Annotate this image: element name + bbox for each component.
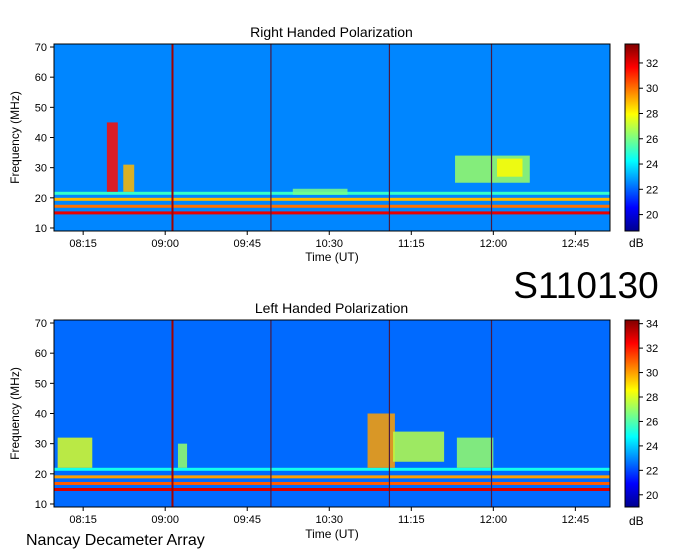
band-1-2 bbox=[54, 204, 610, 208]
burst-2-3 bbox=[367, 413, 395, 468]
y-tick-label: 20 bbox=[35, 193, 47, 205]
panel-2-y-axis: 10 20 30 40 50 60 70 bbox=[35, 318, 54, 511]
observatory-label: Nancay Decameter Array bbox=[26, 532, 205, 549]
panel-2-x-axis: 08:15 09:00 09:45 10:30 11:15 12:00 12:45 bbox=[69, 507, 589, 526]
panel-left-polarization: Left Handed Polarization 10203040506070 … bbox=[8, 300, 658, 541]
x-tick-label: 09:45 bbox=[233, 238, 261, 250]
burst-2-1 bbox=[57, 437, 93, 468]
burst-1-3 bbox=[292, 188, 348, 195]
band-2-3 bbox=[54, 475, 610, 479]
burst-1-5 bbox=[496, 158, 523, 177]
spectrogram-figure: Right Handed Polarization 10 20 30 40 50 60 70… bbox=[8, 24, 659, 549]
burst-2-2 bbox=[177, 443, 188, 468]
dataset-code: S110130 bbox=[513, 265, 658, 306]
burst-1-1 bbox=[106, 122, 118, 192]
panel-2-colorbar-ticks: 20 22 24 26 28 30 32 34 bbox=[639, 319, 658, 502]
panel-1-colorbar bbox=[624, 43, 640, 232]
panel-2-background bbox=[54, 320, 610, 507]
panel-1-background bbox=[54, 44, 610, 231]
x-tick-label: 09:45 bbox=[233, 514, 261, 526]
colorbar-tick-label: 34 bbox=[646, 319, 658, 331]
panel-1-ylabel: Frequency (MHz) bbox=[8, 91, 22, 184]
burst-2-4 bbox=[393, 431, 445, 462]
colorbar-tick-label: 26 bbox=[646, 134, 658, 146]
y-tick-label: 30 bbox=[35, 163, 47, 175]
x-tick-label: 09:00 bbox=[151, 238, 179, 250]
x-tick-label: 10:30 bbox=[315, 238, 343, 250]
y-tick-label: 70 bbox=[35, 42, 47, 54]
y-tick-label: 30 bbox=[35, 439, 47, 451]
x-tick-label: 12:45 bbox=[562, 238, 590, 250]
colorbar-tick-label: 30 bbox=[646, 83, 658, 95]
panel-1-plot-area bbox=[53, 43, 611, 232]
band-2-4 bbox=[54, 467, 610, 471]
burst-1-2 bbox=[123, 164, 135, 192]
panel-2-xlabel: Time (UT) bbox=[305, 527, 359, 541]
colorbar-tick-label: 20 bbox=[646, 490, 658, 502]
panel-1-x-axis: 08:15 09:00 09:45 10:30 11:15 12:00 12:45 bbox=[69, 231, 589, 250]
colorbar-tick-label: 22 bbox=[646, 465, 658, 477]
panel-1-colorbar-label: dB bbox=[629, 236, 644, 250]
x-tick-label: 12:00 bbox=[480, 514, 508, 526]
colorbar-tick-label: 28 bbox=[646, 392, 658, 404]
x-tick-label: 10:30 bbox=[315, 514, 343, 526]
panel-1-y-axis: 10 20 30 40 50 60 70 bbox=[35, 42, 54, 235]
x-tick-label: 12:00 bbox=[480, 238, 508, 250]
colorbar-tick-label: 32 bbox=[646, 58, 658, 70]
panel-right-polarization: Right Handed Polarization 10 20 30 40 50 60 70… bbox=[8, 24, 658, 264]
panel-2-colorbar-label: dB bbox=[629, 514, 644, 528]
colorbar-tick-label: 26 bbox=[646, 416, 658, 428]
y-tick-label: 70 bbox=[35, 318, 47, 330]
colorbar-tick-label: 28 bbox=[646, 108, 658, 120]
band-1-1 bbox=[54, 211, 610, 215]
y-tick-label: 40 bbox=[35, 409, 47, 421]
y-tick-label: 10 bbox=[35, 499, 47, 511]
y-tick-label: 50 bbox=[35, 102, 47, 114]
y-tick-label: 40 bbox=[35, 133, 47, 145]
x-tick-label: 09:00 bbox=[151, 514, 179, 526]
x-tick-label: 11:15 bbox=[398, 238, 425, 250]
panel-1-xlabel: Time (UT) bbox=[305, 250, 359, 264]
colorbar-tick-label: 22 bbox=[646, 184, 658, 196]
colorbar-tick-label: 30 bbox=[646, 368, 658, 380]
band-1-3 bbox=[54, 197, 610, 201]
colorbar-tick-label: 24 bbox=[646, 441, 658, 453]
panel-1-title: Right Handed Polarization bbox=[250, 24, 413, 40]
panel-1-colorbar-ticks: 20 22 24 26 28 30 32 bbox=[639, 58, 658, 222]
burst-2-5 bbox=[456, 437, 494, 468]
y-tick-label: 60 bbox=[35, 72, 47, 84]
colorbar-tick-label: 20 bbox=[646, 210, 658, 222]
y-tick-label: 10 bbox=[35, 223, 47, 235]
panel-2-title: Left Handed Polarization bbox=[255, 300, 408, 316]
x-tick-label: 11:15 bbox=[398, 514, 425, 526]
panel-2-ylabel: Frequency (MHz) bbox=[8, 367, 22, 460]
panel-2-colorbar bbox=[624, 319, 640, 508]
band-2-1 bbox=[54, 488, 610, 492]
colorbar-tick-label: 32 bbox=[646, 343, 658, 355]
x-tick-label: 12:45 bbox=[562, 514, 590, 526]
colorbar-tick-label: 24 bbox=[646, 159, 658, 171]
x-tick-label: 08:15 bbox=[69, 514, 97, 526]
band-2-2 bbox=[54, 481, 610, 485]
y-tick-label: 20 bbox=[35, 469, 47, 481]
x-tick-label: 08:15 bbox=[69, 238, 97, 250]
y-tick-label: 50 bbox=[35, 378, 47, 390]
y-tick-label: 60 bbox=[35, 348, 47, 360]
panel-2-plot-area bbox=[53, 319, 611, 508]
